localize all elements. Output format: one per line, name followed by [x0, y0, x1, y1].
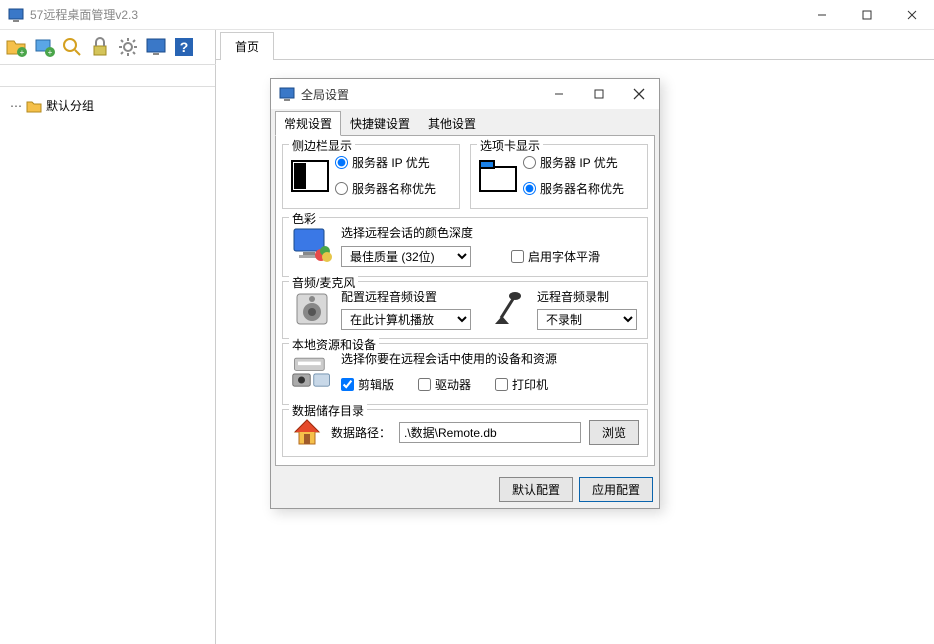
- default-config-button[interactable]: 默认配置: [499, 477, 573, 502]
- group-tab-display: 选项卡显示 服务器 IP 优先 服务器名称优先: [470, 144, 648, 209]
- radio-sidebar-ip[interactable]: 服务器 IP 优先: [335, 154, 436, 171]
- close-button[interactable]: [889, 0, 934, 30]
- dialog-close-button[interactable]: [619, 79, 659, 109]
- group-title: 侧边栏显示: [289, 137, 355, 154]
- settings-dialog: 全局设置 常规设置 快捷键设置 其他设置 侧边栏显示 服务器 IP 优先 服务器…: [270, 78, 660, 509]
- sidebar-tree: ⋯ 默认分组: [0, 87, 215, 644]
- folder-icon: [26, 99, 42, 113]
- sidebar-layout-icon: [291, 160, 329, 192]
- dialog-maximize-button[interactable]: [579, 79, 619, 109]
- radio-tab-name[interactable]: 服务器名称优先: [523, 180, 624, 197]
- tree-expand-icon: ⋯: [10, 99, 22, 113]
- group-title: 选项卡显示: [477, 137, 543, 154]
- lock-icon[interactable]: [88, 35, 112, 59]
- data-path-label: 数据路径：: [331, 424, 391, 441]
- sidebar-search-box[interactable]: [0, 65, 215, 87]
- dialog-tab-shortcut[interactable]: 快捷键设置: [341, 111, 419, 136]
- group-sidebar-display: 侧边栏显示 服务器 IP 优先 服务器名称优先: [282, 144, 460, 209]
- group-audio: 音频/麦克风 配置远程音频设置 在此计算机播放 远程音频录制 不录制: [282, 281, 648, 339]
- checkbox-clipboard[interactable]: 剪辑版: [341, 376, 394, 393]
- tree-item-default-group[interactable]: ⋯ 默认分组: [6, 95, 209, 116]
- tab-layout-icon: [479, 160, 517, 192]
- group-color: 色彩 选择远程会话的颜色深度 最佳质量 (32位) 启用字体平滑: [282, 217, 648, 277]
- svg-text:?: ?: [180, 39, 189, 55]
- group-devices: 本地资源和设备 选择你要在远程会话中使用的设备和资源 剪辑版 驱动器 打印机: [282, 343, 648, 405]
- svg-text:+: +: [48, 48, 53, 57]
- monitor-color-icon: [291, 225, 333, 267]
- checkbox-drives[interactable]: 驱动器: [418, 376, 471, 393]
- add-group-icon[interactable]: +: [4, 35, 28, 59]
- content-tabstrip: 首页: [216, 30, 934, 60]
- data-path-input[interactable]: [399, 422, 581, 443]
- dialog-minimize-button[interactable]: [539, 79, 579, 109]
- devices-icon: [291, 352, 333, 394]
- audio-record-select[interactable]: 不录制: [537, 309, 637, 330]
- radio-tab-ip[interactable]: 服务器 IP 优先: [523, 154, 624, 171]
- dialog-footer: 默认配置 应用配置: [271, 471, 659, 508]
- dialog-body: 侧边栏显示 服务器 IP 优先 服务器名称优先 选项卡显示 服务器 IP 优先 …: [275, 135, 655, 466]
- dialog-tab-other[interactable]: 其他设置: [419, 111, 485, 136]
- help-icon[interactable]: ?: [172, 35, 196, 59]
- tree-item-label: 默认分组: [46, 97, 94, 114]
- main-titlebar: 57远程桌面管理v2.3: [0, 0, 934, 30]
- dialog-icon: [279, 86, 295, 102]
- settings-icon[interactable]: [116, 35, 140, 59]
- dialog-title: 全局设置: [301, 86, 539, 103]
- toolbar: + + ?: [0, 30, 216, 65]
- house-icon: [291, 416, 323, 448]
- sidebar: + + ? ⋯ 默认分组: [0, 30, 216, 644]
- checkbox-font-smoothing[interactable]: 启用字体平滑: [511, 248, 600, 265]
- color-depth-select[interactable]: 最佳质量 (32位): [341, 246, 471, 267]
- apply-config-button[interactable]: 应用配置: [579, 477, 653, 502]
- app-title: 57远程桌面管理v2.3: [30, 6, 799, 23]
- group-data-dir: 数据储存目录 数据路径： 浏览: [282, 409, 648, 457]
- dialog-tabstrip: 常规设置 快捷键设置 其他设置: [271, 109, 659, 136]
- browse-button[interactable]: 浏览: [589, 420, 639, 445]
- minimize-button[interactable]: [799, 0, 844, 30]
- app-icon: [8, 7, 24, 23]
- add-server-icon[interactable]: +: [32, 35, 56, 59]
- maximize-button[interactable]: [844, 0, 889, 30]
- dialog-tab-general[interactable]: 常规设置: [275, 111, 341, 136]
- svg-text:+: +: [20, 48, 25, 57]
- dialog-titlebar: 全局设置: [271, 79, 659, 109]
- audio-play-select[interactable]: 在此计算机播放: [341, 309, 471, 330]
- tab-home[interactable]: 首页: [220, 32, 274, 60]
- search-icon[interactable]: [60, 35, 84, 59]
- speaker-icon: [291, 288, 333, 330]
- checkbox-printers[interactable]: 打印机: [495, 376, 548, 393]
- microphone-icon: [487, 288, 529, 330]
- monitor-icon[interactable]: [144, 35, 168, 59]
- radio-sidebar-name[interactable]: 服务器名称优先: [335, 180, 436, 197]
